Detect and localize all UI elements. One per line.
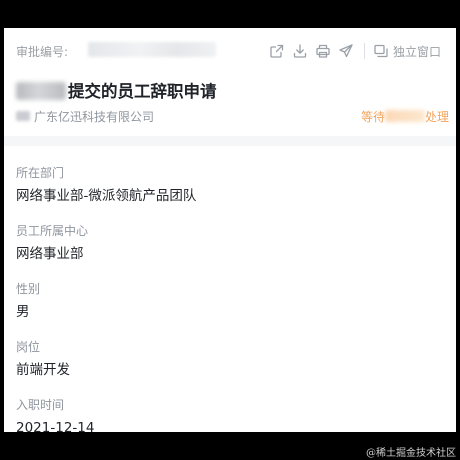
company-name: 广东亿迅科技有限公司: [34, 110, 155, 124]
field-label: 岗位: [16, 340, 41, 354]
request-title: 提交的员工辞职申请: [68, 82, 217, 101]
status-badge: 等待 处理: [361, 108, 449, 125]
status-suffix: 处理: [425, 110, 450, 124]
print-icon[interactable]: [312, 40, 334, 62]
detail-toolbar: 审批编号: 独立窗口: [4, 28, 456, 74]
approval-detail-panel: 审批编号: 独立窗口 提交的员工辞职申请 广东亿迅科技有限公司 等待 处理 所在…: [4, 28, 456, 432]
field-label: 所在部门: [16, 166, 65, 180]
popout-window-label: 独立窗口: [393, 44, 442, 59]
toolbar-actions: 独立窗口: [266, 40, 441, 62]
field-hire-date: 入职时间 2021-12-14: [16, 396, 446, 432]
approval-number-redacted: [88, 42, 216, 57]
site-watermark: @稀土掘金技术社区: [366, 448, 456, 459]
approver-name-redacted: [385, 110, 426, 122]
field-value: 2021-12-14: [16, 420, 95, 432]
form-fields: 所在部门 网络事业部-微派领航产品团队 员工所属中心 网络事业部 性别 男 岗位…: [16, 164, 446, 432]
download-icon[interactable]: [289, 40, 311, 62]
field-label: 入职时间: [16, 398, 65, 412]
applicant-name-redacted: [16, 82, 66, 100]
toolbar-separator: [364, 43, 365, 59]
field-department: 所在部门 网络事业部-微派领航产品团队: [16, 164, 446, 222]
field-value: 前端开发: [16, 362, 70, 378]
field-value: 网络事业部-微派领航产品团队: [16, 188, 197, 204]
company-logo-redacted: [16, 111, 30, 121]
section-divider: [4, 136, 456, 146]
send-icon[interactable]: [335, 40, 357, 62]
field-gender: 性别 男: [16, 280, 446, 338]
approval-number-label: 审批编号:: [16, 45, 69, 59]
field-value: 网络事业部: [16, 246, 84, 262]
status-prefix: 等待: [361, 110, 386, 124]
share-icon[interactable]: [266, 40, 288, 62]
popout-window-button[interactable]: 独立窗口: [373, 43, 441, 60]
field-label: 性别: [16, 282, 41, 296]
field-center: 员工所属中心 网络事业部: [16, 222, 446, 280]
popout-window-icon: [374, 44, 388, 58]
field-value: 男: [16, 304, 30, 320]
field-position: 岗位 前端开发: [16, 338, 446, 396]
field-label: 员工所属中心: [16, 224, 89, 238]
